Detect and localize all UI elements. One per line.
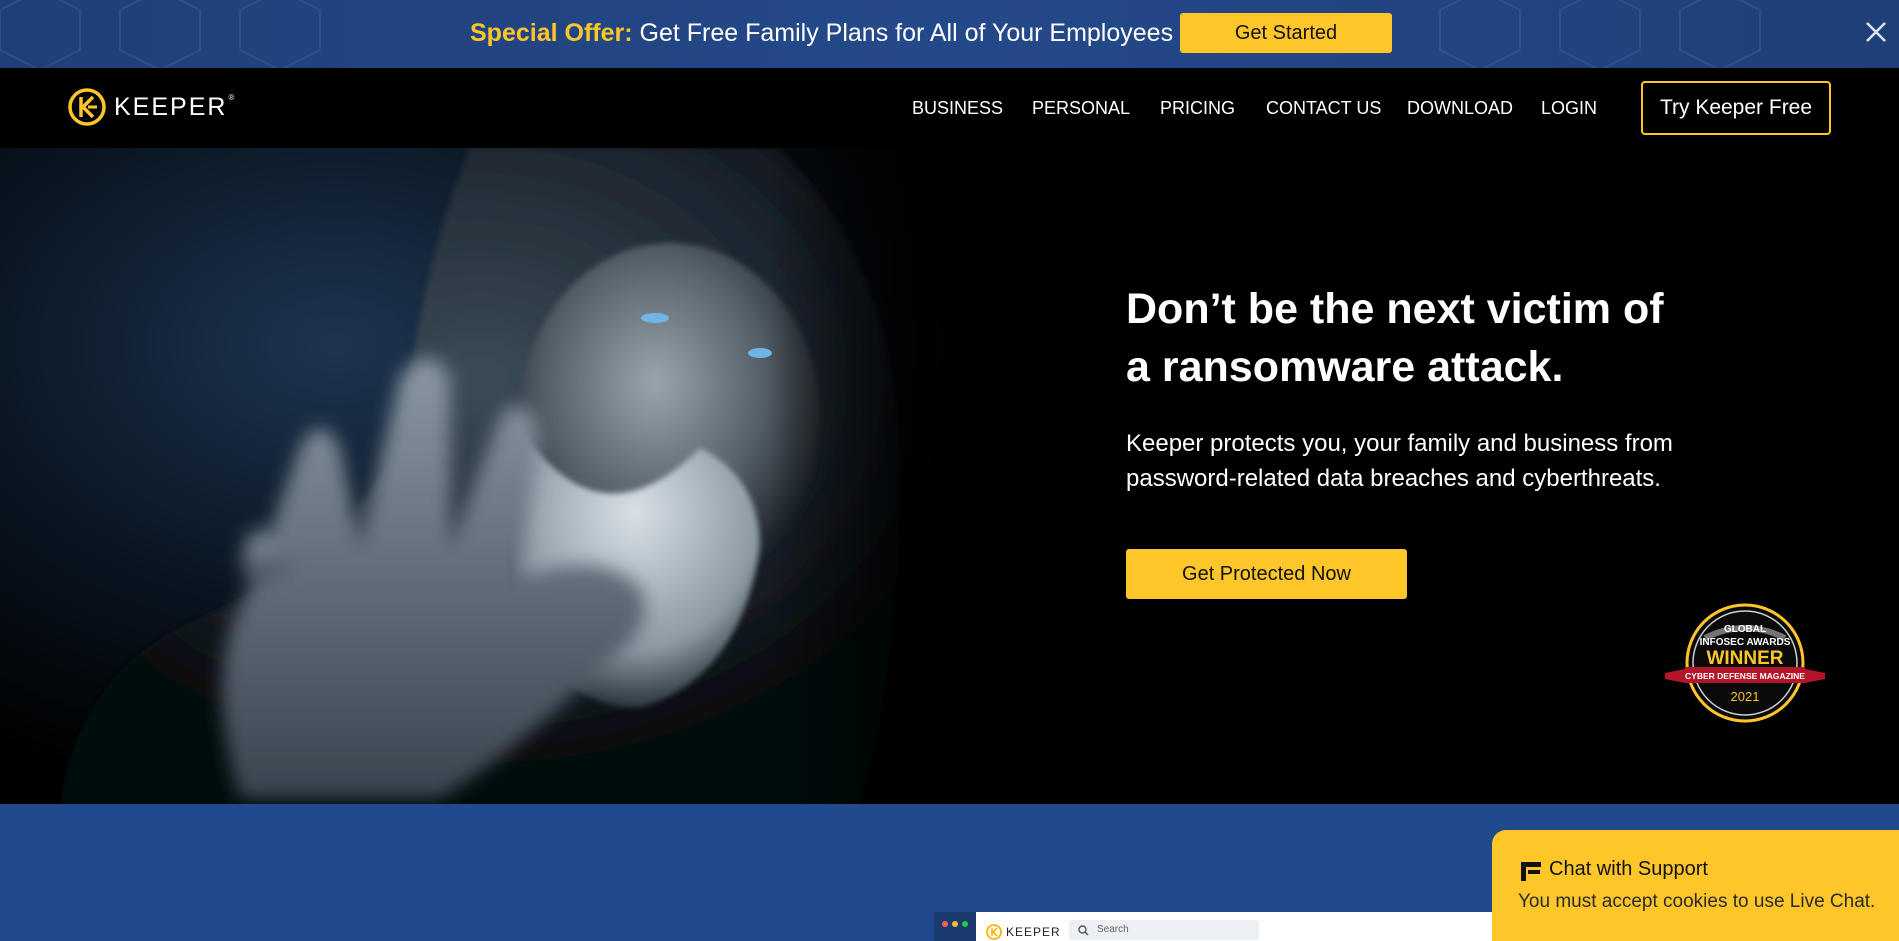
hero-subtitle-line2: password-related data breaches and cyber… [1126,465,1661,492]
promo-highlight: Special Offer: [470,19,633,47]
keeper-logo-icon [68,88,106,126]
promo-text: Special Offer: Get Free Family Plans for… [470,17,1173,49]
award-line2: INFOSEC AWARDS [1700,637,1791,648]
site-header: KEEPER® BUSINESS PERSONAL PRICING CONTAC… [0,68,1899,148]
keeper-logo[interactable]: KEEPER® [68,87,236,127]
nav-download[interactable]: DOWNLOAD [1407,96,1513,120]
window-dot-yellow [952,921,958,927]
nav-personal[interactable]: PERSONAL [1032,96,1130,120]
search-icon [1078,925,1089,936]
hero-subtitle-line1: Keeper protects you, your family and bus… [1126,430,1673,457]
window-dot-green [962,921,968,927]
app-preview-screenshot: KEEPER Search [934,912,1504,941]
award-line1: GLOBAL [1724,624,1766,635]
hero-title-line2: a ransomware attack. [1126,343,1564,391]
keeper-small-logo-icon [986,924,1002,940]
hero-image-hooded-man [0,148,960,804]
chat-support-widget[interactable]: Chat with Support You must accept cookie… [1492,830,1899,941]
award-line4: CYBER DEFENSE MAGAZINE [1685,671,1805,681]
logo-wordmark: KEEPER® [114,92,237,121]
nav-business[interactable]: BUSINESS [912,96,1003,120]
get-started-button[interactable]: Get Started [1180,13,1392,53]
award-badge-icon: GLOBAL INFOSEC AWARDS WINNER CYBER DEFEN… [1665,603,1825,723]
hero-title: Don’t be the next victim of a ransomware… [1126,280,1726,396]
app-preview-sidebar [934,912,976,941]
award-year: 2021 [1731,689,1760,704]
award-line3: WINNER [1706,648,1783,669]
promo-banner: Special Offer: Get Free Family Plans for… [0,0,1899,68]
promo-message: Get Free Family Plans for All of Your Em… [632,19,1174,47]
hero-subtitle: Keeper protects you, your family and bus… [1126,426,1746,496]
close-icon[interactable] [1862,18,1890,46]
nav-login[interactable]: LOGIN [1541,96,1597,120]
app-preview-search-placeholder: Search [1097,924,1129,935]
chat-icon [1521,862,1541,881]
nav-contact-us[interactable]: CONTACT US [1266,96,1381,120]
try-keeper-free-button[interactable]: Try Keeper Free [1641,81,1831,135]
chat-title: Chat with Support [1549,858,1708,880]
app-preview-logo-text: KEEPER [1006,925,1061,939]
get-protected-now-button[interactable]: Get Protected Now [1126,549,1407,599]
hero-title-line1: Don’t be the next victim of [1126,285,1664,333]
chat-message: You must accept cookies to use Live Chat… [1518,891,1876,912]
window-dot-red [942,921,948,927]
app-preview-search: Search [1069,920,1259,940]
hero-section: Don’t be the next victim of a ransomware… [0,148,1899,804]
nav-pricing[interactable]: PRICING [1160,96,1235,120]
app-preview-logo: KEEPER [986,924,1061,940]
